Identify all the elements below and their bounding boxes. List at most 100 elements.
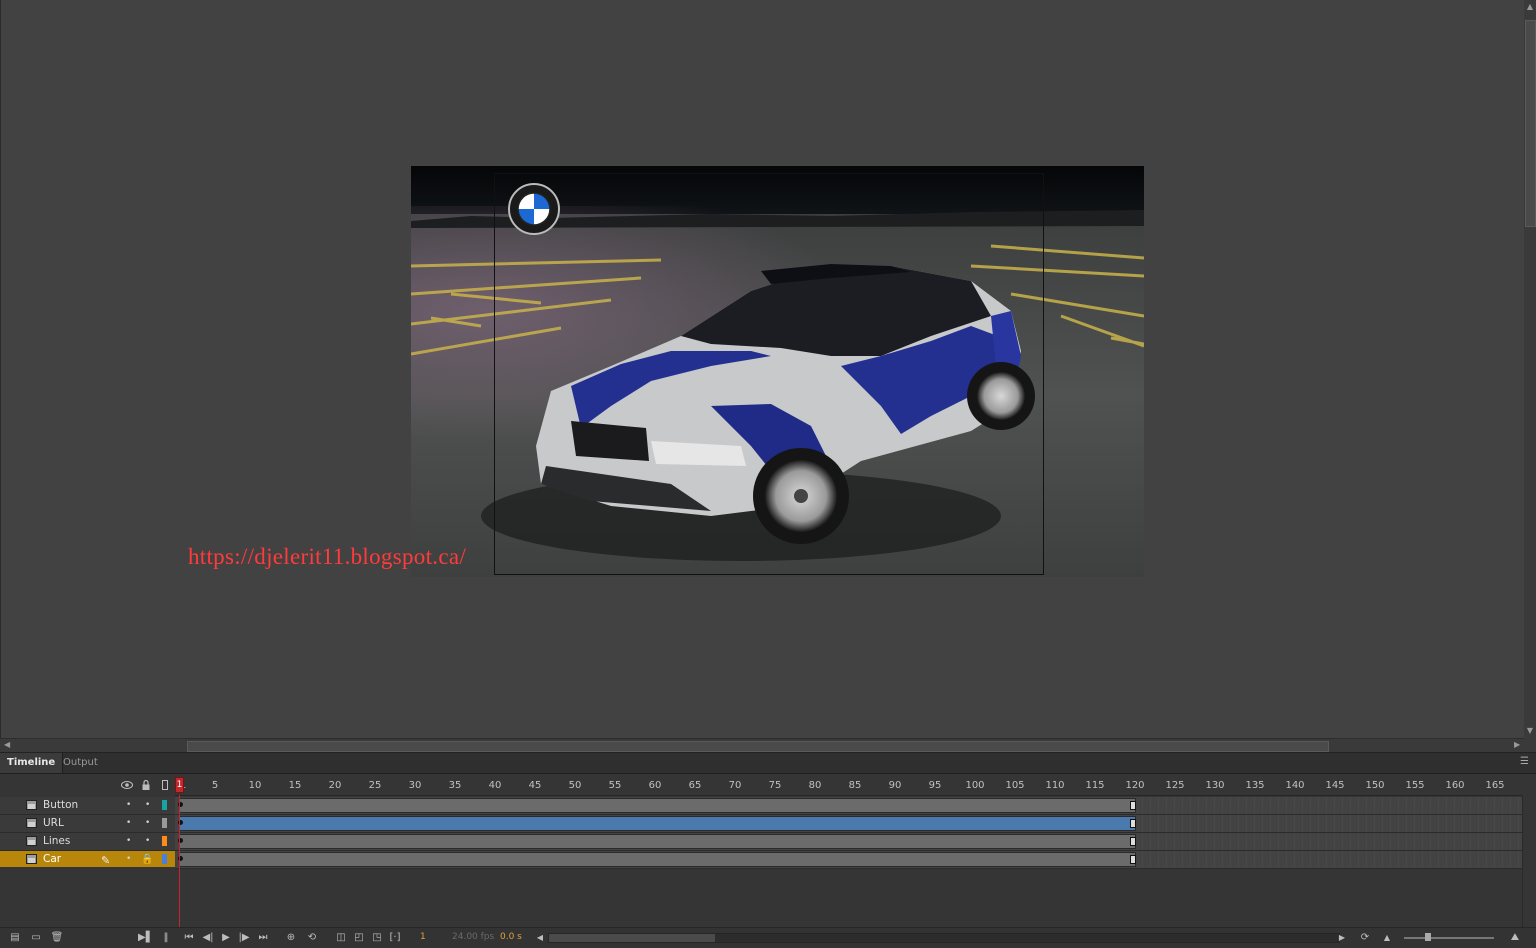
ruler-tick: 65 (688, 780, 702, 791)
delete-icon[interactable]: 🗑 (50, 931, 64, 945)
stage-vertical-scrollbar[interactable]: ▲ ▼ (1524, 0, 1536, 738)
timeline-panel: Timeline Output ☰ 1510152025303540455055… (0, 752, 1536, 948)
visibility-toggle[interactable]: • (126, 800, 131, 810)
frame-span[interactable] (179, 798, 1136, 813)
ruler-tick: 5 (211, 780, 219, 791)
zoom-slider-knob[interactable] (1425, 933, 1431, 941)
ruler-tick: 165 (1485, 780, 1505, 791)
timeline-vertical-scrollbar[interactable] (1522, 795, 1536, 927)
new-layer-icon[interactable]: ▤ (8, 931, 22, 945)
frame-row[interactable] (175, 851, 1522, 869)
zoom-slider[interactable] (1404, 937, 1494, 939)
elapsed-time[interactable]: 0.0 s (500, 932, 522, 942)
lock-toggle[interactable]: • (145, 818, 150, 828)
playhead[interactable]: 1 (175, 777, 184, 793)
frame-span[interactable] (179, 834, 1136, 849)
current-frame[interactable]: 1 (420, 932, 426, 942)
scroll-thumb[interactable] (187, 741, 1329, 752)
ruler-tick: 15 (288, 780, 302, 791)
eye-icon[interactable] (121, 779, 133, 791)
playhead-line (179, 795, 180, 927)
layer-row[interactable]: URL • • (0, 815, 175, 833)
onion-outline-icon[interactable]: ◰ (352, 931, 366, 945)
frame-row[interactable] (175, 815, 1522, 833)
visibility-toggle[interactable]: • (126, 836, 131, 846)
layer-type-icon (26, 836, 37, 846)
timeline-horizontal-scrollbar[interactable] (548, 933, 1340, 943)
lock-icon[interactable]: 🔒 (141, 854, 153, 865)
step-forward-icon[interactable]: |▶ (237, 931, 251, 945)
zoom-in-icon[interactable]: ⛰ (1505, 931, 1525, 945)
layer-type-icon (26, 800, 37, 810)
scroll-left-icon[interactable]: ◀ (4, 740, 10, 749)
layer-row[interactable]: Button • • (0, 797, 175, 815)
layer-list-empty (0, 867, 175, 927)
loop-icon[interactable]: ⟲ (305, 931, 319, 945)
ruler-tick: 70 (728, 780, 742, 791)
layer-name[interactable]: Button (43, 799, 78, 811)
play-icon[interactable]: ▶ (219, 931, 233, 945)
lock-toggle[interactable]: • (145, 836, 150, 846)
ruler-tick: 145 (1325, 780, 1345, 791)
camera-icon[interactable]: ▶▌ (138, 931, 153, 945)
visibility-toggle[interactable]: • (126, 854, 131, 864)
layer-name[interactable]: Car (43, 853, 61, 865)
layer-color-swatch[interactable] (162, 800, 167, 810)
onion-markers-icon[interactable]: [·] (388, 931, 402, 945)
lock-icon[interactable] (140, 779, 152, 791)
zoom-out-icon[interactable]: ▲ (1380, 931, 1394, 945)
frame-span[interactable] (179, 852, 1136, 867)
visibility-toggle[interactable]: • (126, 818, 131, 828)
layer-row[interactable]: Lines • • (0, 833, 175, 851)
stage-horizontal-scrollbar[interactable]: ◀ ▶ (0, 738, 1524, 753)
end-frame-marker[interactable] (1130, 819, 1136, 828)
first-frame-icon[interactable]: ⏮ (182, 931, 196, 945)
panel-menu-icon[interactable]: ☰ (1520, 757, 1530, 767)
layer-name[interactable]: Lines (43, 835, 70, 847)
end-frame-marker[interactable] (1130, 837, 1136, 846)
parent-icon[interactable]: ‖ (159, 931, 173, 945)
frame-row[interactable] (175, 797, 1522, 815)
onion-skin-icon[interactable]: ◫ (334, 931, 348, 945)
ruler-tick: 35 (448, 780, 462, 791)
edit-multiple-icon[interactable]: ◳ (370, 931, 384, 945)
url-text[interactable]: https://djelerit11.blogspot.ca/ (188, 544, 466, 570)
scroll-right-icon[interactable]: ▶ (1514, 740, 1520, 749)
stage-area[interactable]: https://djelerit11.blogspot.ca/ (0, 0, 1525, 738)
scroll-down-icon[interactable]: ▼ (1526, 726, 1534, 736)
car-photo[interactable] (411, 166, 1144, 577)
layer-color-swatch[interactable] (162, 818, 167, 828)
ruler-tick: 55 (608, 780, 622, 791)
end-frame-marker[interactable] (1130, 801, 1136, 810)
layer-color-swatch[interactable] (162, 854, 167, 864)
scroll-left-icon[interactable]: ◀ (533, 931, 547, 945)
scroll-up-icon[interactable]: ▲ (1526, 2, 1534, 12)
frame-ruler[interactable]: 1510152025303540455055606570758085909510… (175, 775, 1522, 796)
tab-output[interactable]: Output (56, 753, 105, 773)
step-back-icon[interactable]: ◀| (201, 931, 215, 945)
scroll-right-icon[interactable]: ▶ (1335, 931, 1349, 945)
pencil-icon: ✎ (101, 854, 111, 867)
layer-type-icon (26, 854, 37, 864)
end-frame-marker[interactable] (1130, 855, 1136, 864)
center-frame-icon[interactable]: ⊕ (284, 931, 298, 945)
ruler-tick: 140 (1285, 780, 1305, 791)
last-frame-icon[interactable]: ⏭ (256, 931, 270, 945)
layer-name[interactable]: URL (43, 817, 64, 829)
lock-toggle[interactable]: • (145, 800, 150, 810)
frame-rate[interactable]: 24.00 fps (452, 932, 494, 942)
frame-span[interactable] (179, 816, 1136, 831)
scroll-thumb[interactable] (1525, 20, 1536, 227)
ruler-tick: 40 (488, 780, 502, 791)
scroll-thumb[interactable] (549, 934, 715, 942)
tab-timeline[interactable]: Timeline (0, 753, 64, 773)
outline-icon[interactable] (159, 779, 171, 791)
ruler-tick: 100 (965, 780, 985, 791)
layer-color-swatch[interactable] (162, 836, 167, 846)
ruler-tick: 155 (1405, 780, 1425, 791)
new-folder-icon[interactable]: ▭ (29, 931, 43, 945)
ruler-tick: 30 (408, 780, 422, 791)
ruler-tick: 150 (1365, 780, 1385, 791)
refresh-icon[interactable]: ⟳ (1358, 931, 1372, 945)
frame-row[interactable] (175, 833, 1522, 851)
